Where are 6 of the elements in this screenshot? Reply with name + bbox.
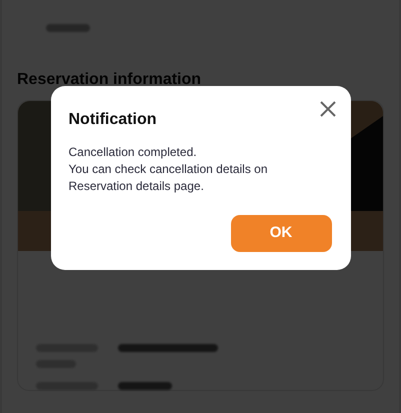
ok-button[interactable]: OK [230, 214, 332, 252]
close-icon[interactable] [318, 100, 336, 118]
dialog-message: Cancellation completed. [68, 144, 198, 160]
dialog-message: You can check cancellation details on Reservation details page. [68, 160, 269, 194]
dialog-title: Notification [68, 110, 158, 130]
section-title: Reservation information [17, 70, 202, 90]
